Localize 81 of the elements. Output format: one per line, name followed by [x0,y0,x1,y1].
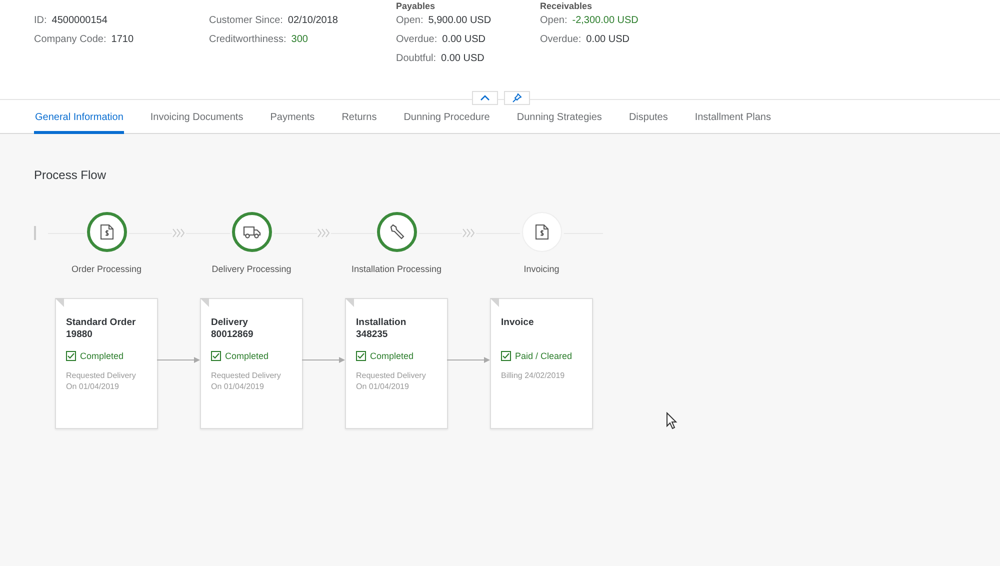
checkbox-icon [356,351,366,361]
caret-icon [480,95,490,101]
card-detail: Requested Delivery [356,370,427,381]
document-icon [100,224,114,240]
field-label: Overdue: [396,34,438,45]
tab[interactable]: General Information [34,100,124,134]
status-text: Completed [80,351,124,361]
step-node[interactable] [232,212,272,252]
card-title: Delivery [211,317,249,329]
pin-icon [512,93,522,103]
card-number: 80012869 [211,329,254,341]
checkbox-icon [211,351,221,361]
step-label: Delivery Processing [212,264,292,274]
collapse-button[interactable] [472,91,498,105]
card-title: Invoice [501,317,535,329]
card-title: Installation [356,317,408,329]
field-value: 0.00 USD [586,34,630,45]
section-title: Process Flow [34,168,108,182]
field-value: -2,300.00 USD [572,15,638,26]
process-card[interactable]: Invoice Paid / Cleared Billing 24/02/2019 [490,298,593,429]
card-detail: Requested Delivery [66,370,137,381]
connector-arrow [447,356,491,364]
step-node[interactable] [376,212,416,252]
card-detail: On 01/04/2019 [66,381,120,392]
field-label: ID: [34,15,47,26]
chevron-icon [462,228,476,238]
section-heading: Payables [396,1,436,11]
step-label: Installation Processing [351,264,442,274]
status-text: Completed [370,351,414,361]
field-value: 1710 [111,34,134,45]
chevron-icon [172,228,186,238]
tab[interactable]: Installment Plans [694,100,772,134]
chevron-icon [317,228,331,238]
connector-arrow [302,356,346,364]
tab[interactable]: Payments [269,100,316,134]
step-label: Order Processing [71,264,142,274]
field-label: Open: [396,15,424,26]
step-label: Invoicing [524,264,560,274]
field-value: 0.00 USD [441,53,484,64]
field-value: 02/10/2018 [288,15,338,26]
tab[interactable]: Invoicing Documents [149,100,244,134]
field-label: Doubtful: [396,53,436,64]
card-detail: On 01/04/2019 [356,381,410,392]
tab[interactable]: Returns [340,100,378,134]
wrench-icon [388,224,404,240]
step-node[interactable] [86,212,126,252]
folded-corner-icon [490,298,499,307]
card-number: 19880 [66,329,94,341]
folded-corner-icon [200,298,209,307]
field-value: 5,900.00 USD [428,15,492,26]
folded-corner-icon [55,298,64,307]
field-value: 0.00 USD [442,34,486,45]
field-label: Customer Since: [209,15,283,26]
checkbox-icon [66,351,76,361]
tab[interactable]: Dunning Procedure [402,100,491,134]
process-card[interactable]: Standard Order 19880 Completed Requested Delivery On 01/04/2019 [55,298,158,429]
field-value: 300 [291,34,308,45]
card-detail: Requested Delivery [211,370,282,381]
field-label: Creditworthiness: [209,34,286,45]
process-card[interactable]: Installation 348235 Completed Requested Delivery On 01/04/2019 [345,298,448,429]
checkbox-icon [501,351,511,361]
field-label: Open: [540,15,568,26]
card-detail: On 01/04/2019 [211,381,265,392]
card-number: 348235 [356,329,389,341]
process-card[interactable]: Delivery 80012869 Completed Requested Delivery On 01/04/2019 [200,298,303,429]
truck-icon [242,225,260,239]
pin-button[interactable] [504,91,530,105]
card-title: Standard Order [66,317,137,329]
section-heading: Receivables [540,1,594,11]
tab[interactable]: Dunning Strategies [516,100,603,134]
field-label: Overdue: [540,34,582,45]
tab[interactable]: Disputes [628,100,669,134]
field-label: Company Code: [34,34,106,45]
card-detail: Billing 24/02/2019 [501,370,566,381]
status-text: Completed [225,351,269,361]
connector-arrow [157,356,201,364]
cursor-icon [666,412,678,430]
status-text: Paid / Cleared [515,351,572,361]
field-value: 4500000154 [52,15,108,26]
document-icon [534,224,548,240]
folded-corner-icon [345,298,354,307]
